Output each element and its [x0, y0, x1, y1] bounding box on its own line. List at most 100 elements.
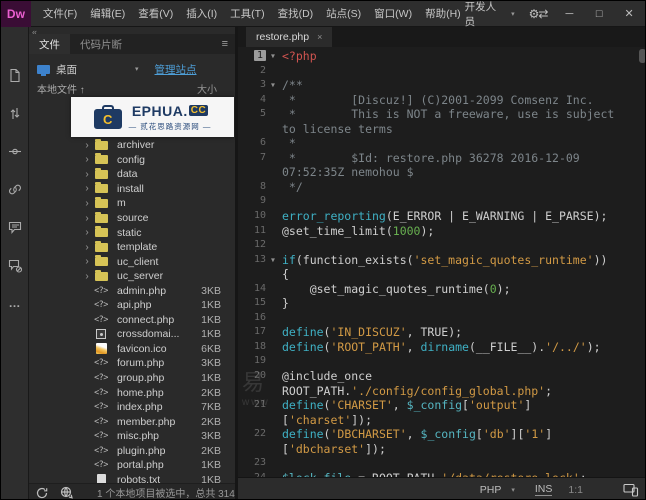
chevron-right-icon[interactable]: › [81, 169, 93, 180]
minimize-button[interactable]: ─ [561, 8, 577, 20]
tree-file-row[interactable]: ›<?>connect.php1KB [29, 313, 235, 328]
code-line[interactable]: 21define('CHARSET', $_config['output'] [238, 398, 646, 413]
chevron-right-icon[interactable]: › [81, 271, 93, 282]
tree-file-row[interactable]: ›<?>misc.php3KB [29, 429, 235, 444]
code-line[interactable]: 07:52:35Z nemohou $ [238, 165, 646, 180]
code-line[interactable]: 7 * $Id: restore.php 36278 2016-12-09 [238, 151, 646, 166]
tree-file-row[interactable]: ›<?>forum.php3KB [29, 356, 235, 371]
menu-item-7[interactable]: 窗口(W) [370, 6, 416, 21]
comment-disabled-icon[interactable] [7, 257, 23, 273]
code-line[interactable]: 4 * [Discuz!] (C)2001-2099 Comsenz Inc. [238, 93, 646, 108]
code-line[interactable]: 12 [238, 238, 646, 253]
tree-folder-row[interactable]: ›uc_server [29, 269, 235, 284]
tree-folder-row[interactable]: ›m [29, 196, 235, 211]
insert-mode-toggle[interactable]: INS [535, 483, 553, 496]
tree-file-row[interactable]: ›robots.txt1KB [29, 473, 235, 483]
code-line[interactable]: 3▼/** [238, 78, 646, 93]
maximize-button[interactable]: □ [591, 8, 607, 20]
code-line[interactable]: 6 * [238, 136, 646, 151]
tree-folder-row[interactable]: ›uc_client [29, 254, 235, 269]
menu-item-5[interactable]: 查找(D) [274, 6, 318, 21]
chevron-right-icon[interactable]: › [81, 256, 93, 267]
tree-folder-row[interactable]: ›source [29, 211, 235, 226]
code-line[interactable]: 13▼if(function_exists('set_magic_quotes_… [238, 253, 646, 268]
file-transfer-arrows-icon[interactable] [7, 105, 23, 121]
code-line[interactable]: 9 [238, 194, 646, 209]
tree-file-row[interactable]: ›favicon.ico6KB [29, 342, 235, 357]
tree-file-row[interactable]: ›<?>portal.php1KB [29, 458, 235, 473]
tree-file-row[interactable]: ›<?>plugin.php2KB [29, 443, 235, 458]
fold-arrow-icon[interactable]: ▼ [266, 253, 280, 268]
tree-file-row[interactable]: ›<?>api.php1KB [29, 298, 235, 313]
code-line[interactable]: 5 * This is NOT a freeware, use is subje… [238, 107, 646, 122]
code-line[interactable]: 11@set_time_limit(1000); [238, 224, 646, 239]
code-line[interactable]: 8 */ [238, 180, 646, 195]
chevron-right-icon[interactable]: › [81, 140, 93, 151]
menu-item-6[interactable]: 站点(S) [322, 6, 365, 21]
code-line[interactable]: ['dbcharset']); [238, 442, 646, 457]
comment-icon[interactable] [7, 219, 23, 235]
tree-file-row[interactable]: ›<?>member.php2KB [29, 414, 235, 429]
menu-item-0[interactable]: 文件(F) [39, 6, 81, 21]
fold-arrow-icon[interactable]: ▼ [266, 49, 280, 64]
code-line[interactable]: to license terms [238, 122, 646, 137]
code-line[interactable]: 22define('DBCHARSET', $_config['db']['1'… [238, 427, 646, 442]
chevron-right-icon[interactable]: › [81, 183, 93, 194]
realtime-preview-icon[interactable] [623, 483, 639, 497]
workspace-switcher[interactable]: 开发人员 ▾ [465, 0, 515, 29]
tree-file-row[interactable]: ›crossdomai...1KB [29, 327, 235, 342]
panel-menu-icon[interactable]: ≡ [222, 34, 235, 54]
site-dropdown[interactable]: 桌面 [56, 62, 77, 77]
chevron-right-icon[interactable]: › [81, 213, 93, 224]
menu-item-8[interactable]: 帮助(H) [421, 6, 465, 21]
tree-file-row[interactable]: ›<?>home.php2KB [29, 385, 235, 400]
code-line[interactable]: 17define('IN_DISCUZ', TRUE); [238, 325, 646, 340]
code-line[interactable]: 15} [238, 296, 646, 311]
document-tab[interactable]: restore.php × [246, 27, 332, 47]
manage-sites-link[interactable]: 管理站点 [155, 62, 197, 77]
tree-folder-row[interactable]: ›data [29, 167, 235, 182]
menu-item-2[interactable]: 查看(V) [134, 6, 177, 21]
sync-settings-gear-icon[interactable]: ⚙⇄ [529, 7, 548, 21]
chevron-right-icon[interactable]: › [81, 227, 93, 238]
chevron-right-icon[interactable]: › [81, 242, 93, 253]
code-view[interactable]: 1▼<?php23▼/**4 * [Discuz!] (C)2001-2099 … [238, 47, 646, 477]
menu-item-1[interactable]: 编辑(E) [86, 6, 129, 21]
code-line[interactable]: ROOT_PATH.'./config/config_global.php'; [238, 384, 646, 399]
tree-file-row[interactable]: ›<?>group.php1KB [29, 371, 235, 386]
tree-file-row[interactable]: ›<?>admin.php3KB [29, 283, 235, 298]
editor-scrollbar-thumb[interactable] [639, 49, 646, 63]
code-line[interactable]: 23 [238, 456, 646, 471]
tab-files[interactable]: 文件 [29, 34, 70, 54]
code-line[interactable]: 10error_reporting(E_ERROR | E_WARNING | … [238, 209, 646, 224]
tree-folder-row[interactable]: ›archiver [29, 138, 235, 153]
tree-folder-row[interactable]: ›install [29, 182, 235, 197]
fold-arrow-icon[interactable]: ▼ [266, 78, 280, 93]
code-line[interactable]: 14 @set_magic_quotes_runtime(0); [238, 282, 646, 297]
language-mode-dropdown[interactable]: PHP ▾ [480, 484, 515, 496]
code-line[interactable]: 20@include_once [238, 369, 646, 384]
tree-folder-row[interactable]: ›static [29, 225, 235, 240]
chevron-right-icon[interactable]: › [81, 154, 93, 165]
code-line[interactable]: 16 [238, 311, 646, 326]
open-file-icon[interactable] [7, 67, 23, 83]
slider-icon[interactable] [7, 143, 23, 159]
tree-folder-row[interactable]: ›config [29, 153, 235, 168]
more-options-icon[interactable]: … [7, 295, 23, 311]
tree-folder-row[interactable]: ›template [29, 240, 235, 255]
menu-item-4[interactable]: 工具(T) [226, 6, 268, 21]
code-line[interactable]: { [238, 267, 646, 282]
tree-file-row[interactable]: ›<?>index.php7KB [29, 400, 235, 415]
connect-server-globe-icon[interactable] [60, 486, 73, 499]
close-tab-icon[interactable]: × [317, 32, 322, 42]
code-line[interactable]: 18define('ROOT_PATH', dirname(__FILE__).… [238, 340, 646, 355]
code-line[interactable]: 1▼<?php [238, 49, 646, 64]
code-link-icon[interactable] [7, 181, 23, 197]
code-line[interactable]: ['charset']); [238, 413, 646, 428]
close-button[interactable]: ✕ [621, 7, 637, 20]
chevron-down-icon[interactable]: ▾ [135, 65, 139, 73]
chevron-right-icon[interactable]: › [81, 198, 93, 209]
code-line[interactable]: 19 [238, 354, 646, 369]
menu-item-3[interactable]: 插入(I) [182, 6, 221, 21]
code-line[interactable]: 2 [238, 64, 646, 79]
